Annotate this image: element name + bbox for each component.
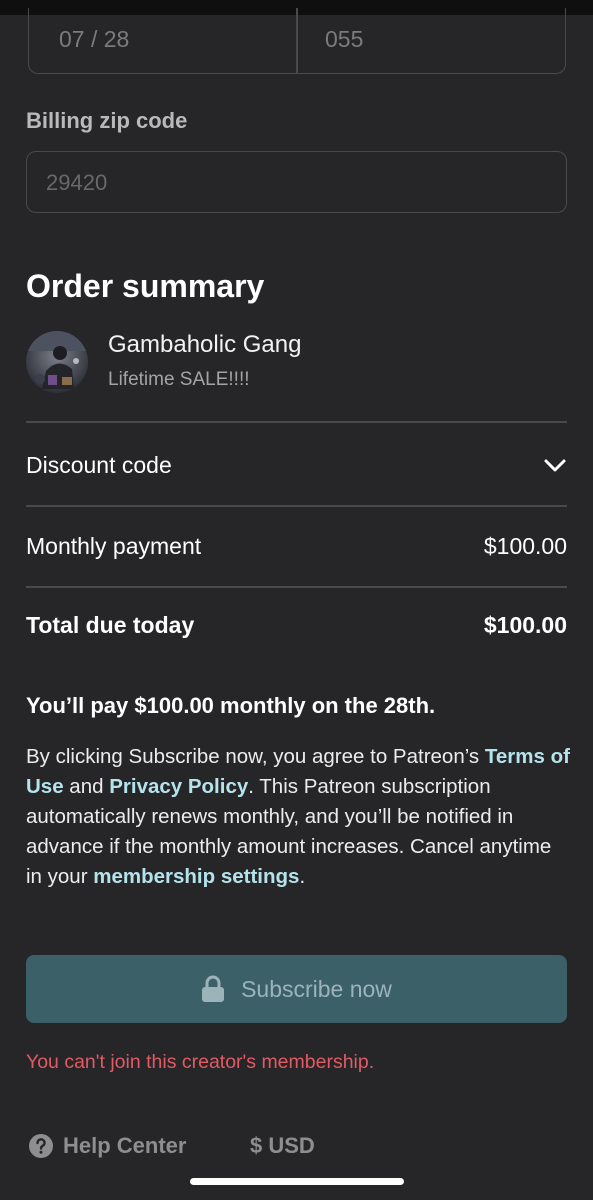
chevron-down-icon[interactable]	[542, 456, 568, 474]
total-due-value: $100.00	[483, 612, 567, 638]
divider	[26, 586, 567, 588]
privacy-policy-link[interactable]: Privacy Policy	[109, 775, 248, 798]
legal-text-part: By clicking Subscribe now, you agree to …	[26, 745, 485, 768]
currency-selector[interactable]: $ USD	[250, 1133, 315, 1159]
divider	[26, 505, 567, 507]
question-circle-icon	[29, 1134, 53, 1158]
error-message: You can't join this creator's membership…	[26, 1051, 375, 1073]
zip-placeholder: 29420	[46, 170, 108, 195]
subscribe-button-label: Subscribe now	[241, 975, 392, 1002]
card-details-row: 07 / 28 055	[28, 8, 566, 74]
billing-note: You’ll pay $100.00 monthly on the 28th.	[26, 693, 436, 718]
monthly-payment-value: $100.00	[483, 533, 567, 559]
help-center-label: Help Center	[63, 1133, 187, 1158]
legal-text-part: and	[63, 775, 110, 798]
membership-settings-link[interactable]: membership settings	[93, 865, 299, 888]
zip-label: Billing zip code	[26, 108, 188, 133]
lock-icon	[202, 975, 225, 1002]
monthly-payment-label: Monthly payment	[26, 533, 202, 559]
divider	[26, 421, 567, 423]
legal-text: By clicking Subscribe now, you agree to …	[26, 742, 571, 892]
checkout-page: 07 / 28 055 Billing zip code 29420 Order…	[0, 0, 593, 1200]
cvc-field[interactable]: 055	[325, 26, 363, 53]
tier-name: Lifetime SALE!!!!	[108, 369, 250, 390]
field-divider	[296, 8, 298, 73]
help-center-link[interactable]: Help Center	[29, 1133, 186, 1159]
zip-field[interactable]: 29420	[26, 151, 567, 213]
legal-text-part: .	[299, 865, 306, 888]
home-indicator[interactable]	[190, 1178, 404, 1185]
total-due-label: Total due today	[26, 612, 195, 638]
discount-code-toggle[interactable]: Discount code	[26, 452, 172, 479]
creator-name: Gambaholic Gang	[108, 331, 302, 358]
expiry-field[interactable]: 07 / 28	[59, 26, 129, 53]
creator-avatar	[26, 331, 88, 393]
order-summary-heading: Order summary	[26, 268, 265, 304]
subscribe-button[interactable]: Subscribe now	[26, 955, 567, 1023]
